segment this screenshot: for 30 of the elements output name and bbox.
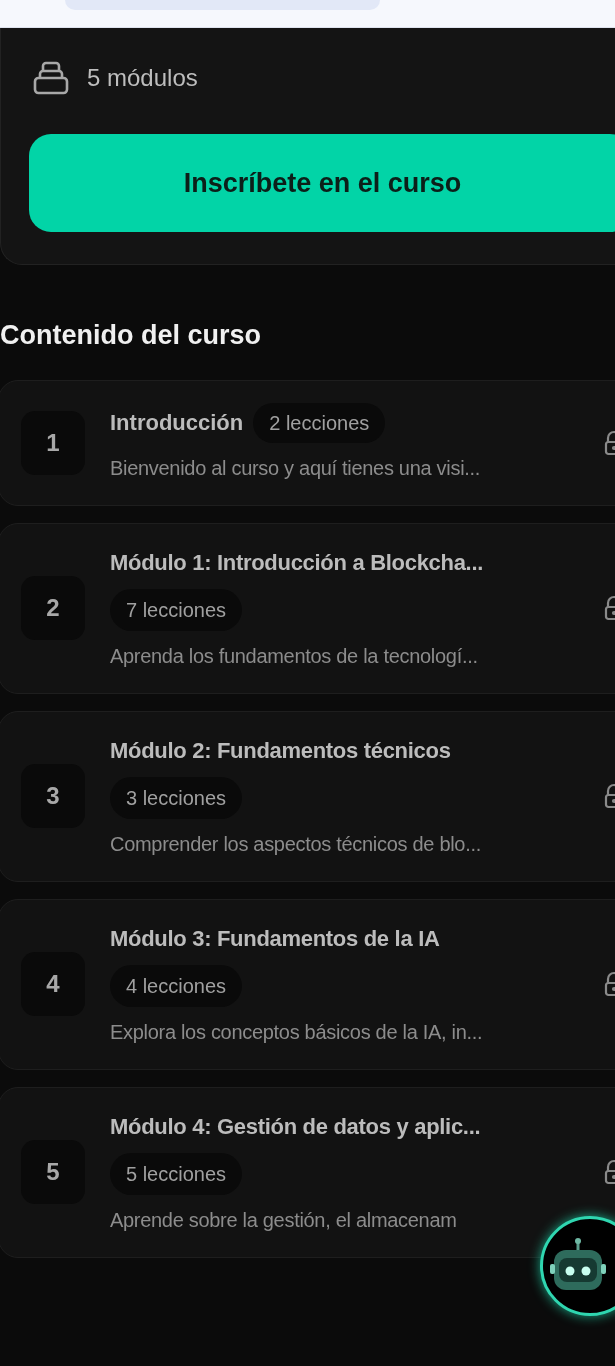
- section-title: Contenido del curso: [0, 319, 262, 352]
- module-description: Aprenda los fundamentos de la tecnologí...: [110, 643, 479, 669]
- module-number: 5: [21, 1140, 85, 1204]
- modules-count: 5 módulos: [87, 63, 198, 93]
- module-description: Bienvenido al curso y aquí tienes una visi...: [110, 455, 482, 481]
- module-number: 4: [21, 952, 85, 1016]
- lessons-badge: 7 lecciones: [110, 588, 243, 631]
- module-card[interactable]: 4 Módulo 3: Fundamentos de la IA 4 lecciones Explora los conceptos básicos de la IA, in...: [0, 898, 615, 1070]
- module-title: Módulo 3: Fundamentos de la IA: [110, 924, 441, 953]
- module-title: Módulo 4: Gestión de datos y aplic...: [110, 1112, 482, 1141]
- lessons-badge: 5 lecciones: [110, 1152, 243, 1195]
- enroll-button[interactable]: Inscríbete en el curso: [29, 134, 615, 232]
- module-number: 2: [21, 576, 85, 640]
- module-title: Módulo 1: Introducción a Blockcha...: [110, 548, 484, 577]
- module-card[interactable]: 2 Módulo 1: Introducción a Blockcha... 7 lecciones Aprenda los fundamentos de la tecnologí...: [0, 522, 615, 694]
- lessons-badge: 3 lecciones: [110, 776, 243, 819]
- module-title: Introducción: [110, 409, 244, 437]
- module-description: Explora los conceptos básicos de la IA, in...: [110, 1019, 484, 1045]
- module-card[interactable]: 5 Módulo 4: Gestión de datos y aplic... 5 lecciones Aprende sobre la gestión, el almacenam: [0, 1086, 615, 1258]
- module-card[interactable]: 3 Módulo 2: Fundamentos técnicos 3 lecciones Comprender los aspectos técnicos de blo...: [0, 710, 615, 882]
- module-description: Aprende sobre la gestión, el almacenam: [110, 1207, 458, 1233]
- module-number: 1: [21, 410, 85, 475]
- layers-icon: [33, 61, 69, 95]
- module-description: Comprender los aspectos técnicos de blo...: [110, 831, 482, 857]
- module-number: 3: [21, 764, 85, 828]
- assistant-button[interactable]: [540, 1216, 615, 1316]
- module-title: Módulo 2: Fundamentos técnicos: [110, 736, 452, 765]
- lessons-badge: 4 lecciones: [110, 964, 243, 1007]
- lessons-badge: 2 lecciones: [253, 402, 386, 443]
- module-card[interactable]: 1 Introducción 2 lecciones Bienvenido al curso y aquí tienes una visi...: [0, 379, 615, 506]
